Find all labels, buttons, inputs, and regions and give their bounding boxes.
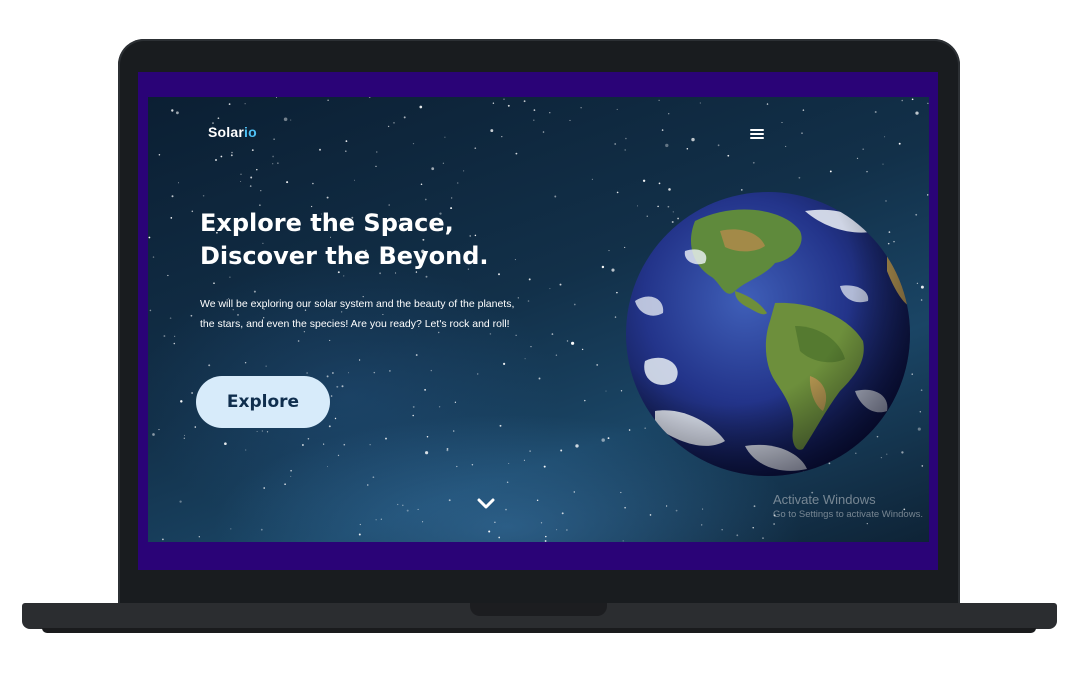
earth-globe-image bbox=[626, 192, 910, 476]
chevron-down-icon[interactable] bbox=[476, 497, 496, 511]
explore-button[interactable]: Explore bbox=[196, 376, 330, 428]
activate-windows-watermark: Activate Windows Go to Settings to activ… bbox=[773, 492, 929, 522]
hero-description: We will be exploring our solar system an… bbox=[200, 298, 515, 330]
hamburger-menu-icon[interactable] bbox=[748, 127, 766, 143]
hero-headline: Explore the Space, Discover the Beyond. bbox=[200, 207, 560, 273]
laptop-base-foot bbox=[42, 628, 1036, 633]
hero-headline-line-2: Discover the Beyond. bbox=[200, 242, 489, 270]
laptop-mockup: Solario Explore the Space, Discover the … bbox=[0, 0, 1080, 680]
site-logo[interactable]: Solario bbox=[208, 124, 257, 140]
hero-headline-line-1: Explore the Space, bbox=[200, 209, 454, 237]
website-screen: Solario Explore the Space, Discover the … bbox=[148, 97, 929, 542]
logo-text: Solar bbox=[208, 124, 245, 140]
laptop-notch bbox=[470, 603, 607, 616]
watermark-title: Activate Windows bbox=[773, 492, 876, 507]
logo-accent-text: io bbox=[244, 124, 257, 140]
watermark-subtitle: Go to Settings to activate Windows. bbox=[773, 509, 923, 520]
